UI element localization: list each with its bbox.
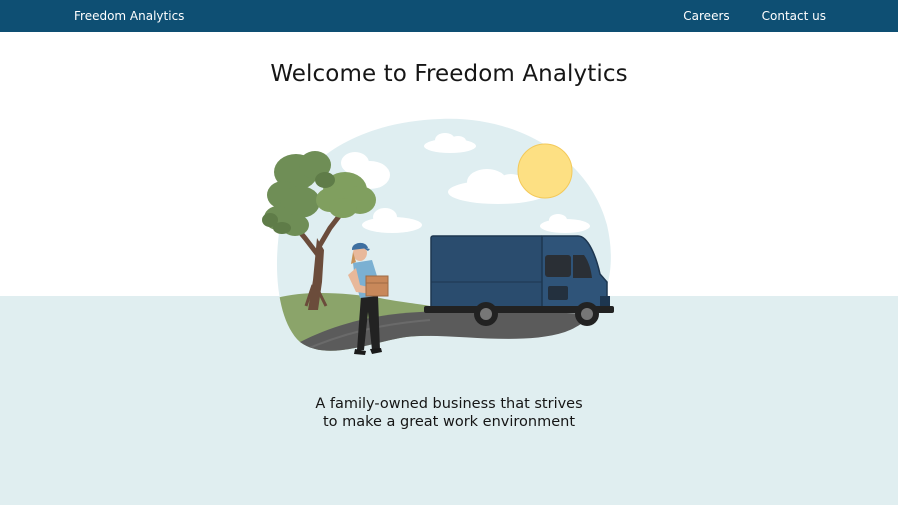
tagline-line-1: A family-owned business that strives (315, 396, 583, 412)
nav-links: Careers Contact us (651, 0, 826, 32)
delivery-van-icon (424, 235, 614, 326)
brand-link[interactable]: Freedom Analytics (74, 0, 184, 32)
nav-link-contact-us[interactable]: Contact us (762, 0, 826, 32)
sun-icon (517, 143, 573, 199)
tagline-line-2: to make a great work environment (322, 414, 576, 430)
delivery-illustration (262, 118, 614, 355)
nav-link-careers[interactable]: Careers (683, 0, 729, 32)
page-title: Welcome to Freedom Analytics (270, 61, 628, 87)
top-navbar: Freedom Analytics Careers Contact us (0, 0, 898, 32)
tagline: A family-owned business that strives to … (0, 395, 898, 431)
